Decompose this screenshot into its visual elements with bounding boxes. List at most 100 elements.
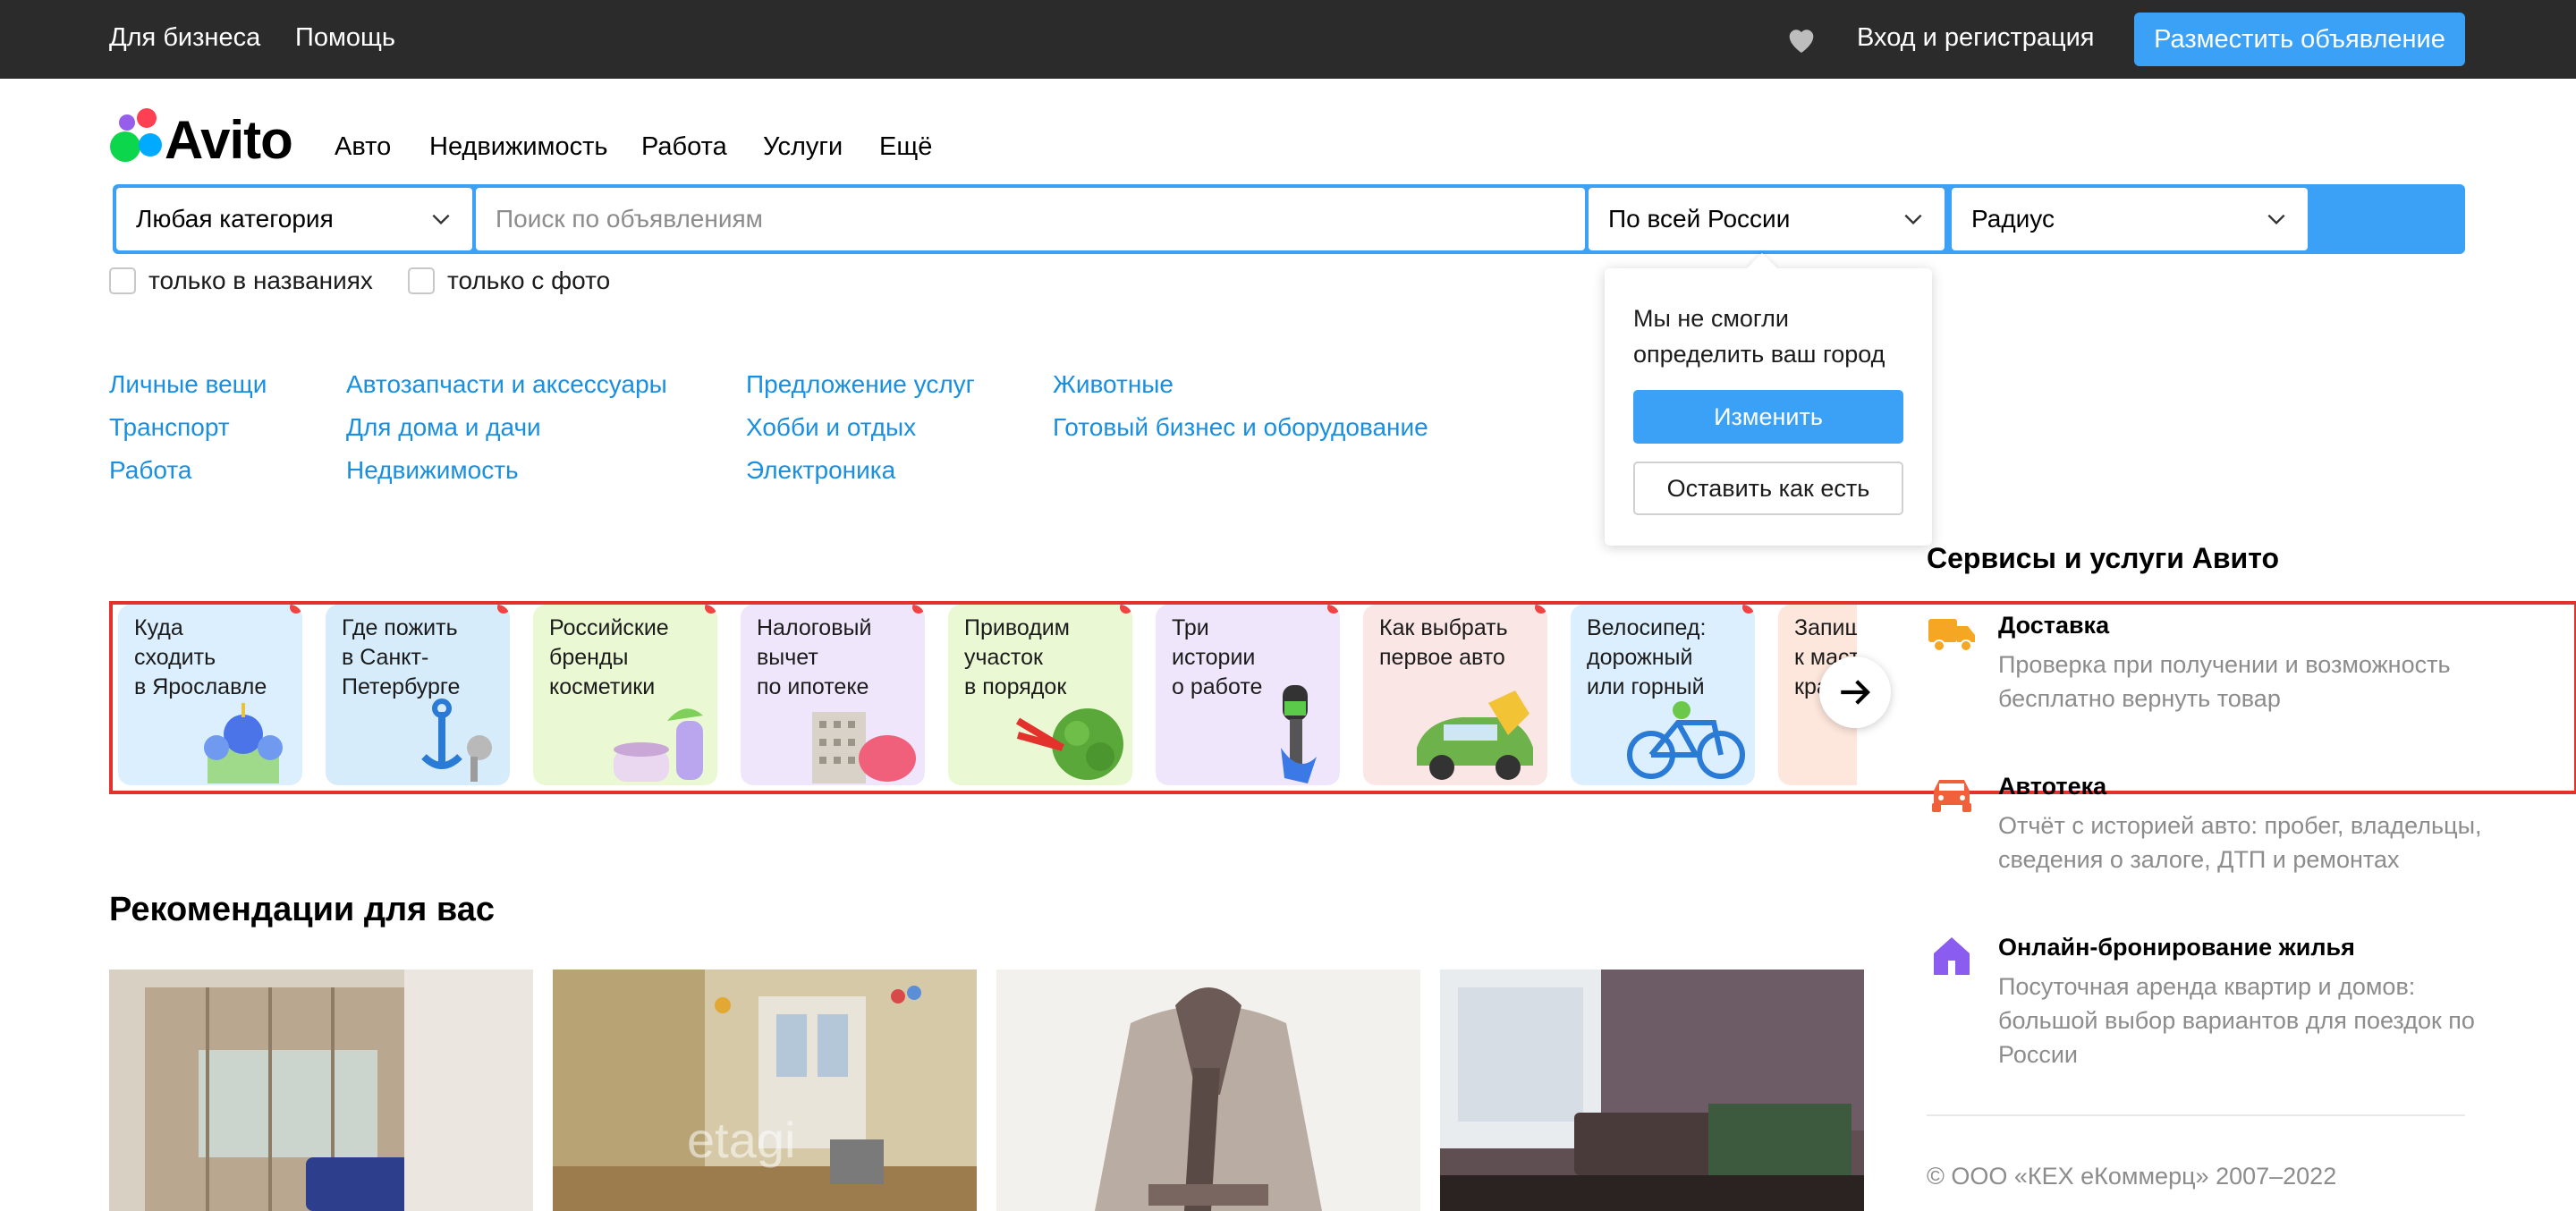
services-title: Сервисы и услуги Авито: [1927, 542, 2280, 574]
story-line: сходить: [134, 645, 216, 670]
unread-dot: [1535, 605, 1547, 614]
story-line: вычет: [757, 645, 818, 670]
nav-services[interactable]: Услуги: [763, 132, 843, 162]
unread-dot: [290, 605, 302, 614]
stories-next-button[interactable]: [1819, 656, 1891, 728]
nav-realty[interactable]: Недвижимость: [429, 132, 608, 162]
nav-auto[interactable]: Авто: [335, 132, 391, 162]
category-link[interactable]: Работа: [109, 456, 191, 485]
story-card[interactable]: Куда сходить в Ярославле: [118, 605, 302, 785]
popup-message: Мы не смогли определить ваш город: [1633, 305, 1885, 368]
service-name: Доставка: [1998, 612, 2110, 639]
unread-dot: [705, 605, 717, 614]
story-line: о работе: [1172, 674, 1263, 699]
only-titles-label: только в названиях: [148, 267, 373, 294]
unread-dot: [912, 605, 925, 614]
story-card[interactable]: Где пожить в Санкт- Петербурге: [326, 605, 510, 785]
chevron-down-icon: [2267, 214, 2285, 225]
story-card[interactable]: Велосипед: дорожный или горный: [1571, 605, 1755, 785]
category-link[interactable]: Животные: [1053, 370, 1174, 399]
checkbox-box[interactable]: [408, 267, 435, 294]
story-card[interactable]: Три истории о работе: [1156, 605, 1340, 785]
business-link[interactable]: Для бизнеса: [109, 23, 260, 53]
region-select[interactable]: По всей России: [1589, 188, 1945, 250]
help-link[interactable]: Помощь: [295, 23, 395, 53]
checkbox-box[interactable]: [109, 267, 136, 294]
recommendation-card[interactable]: [1440, 970, 1864, 1211]
keep-city-button[interactable]: Оставить как есть: [1633, 462, 1903, 515]
category-link[interactable]: Недвижимость: [346, 456, 519, 485]
service-description: Отчёт с историей авто: пробег, владельцы…: [1998, 812, 2482, 873]
service-description: Проверка при получении и возможность бес…: [1998, 651, 2451, 712]
unread-dot: [1327, 605, 1340, 614]
story-line: Налоговый: [757, 615, 872, 640]
nav-jobs[interactable]: Работа: [641, 132, 727, 162]
category-link[interactable]: Электроника: [746, 456, 895, 485]
category-select[interactable]: Любая категория: [116, 188, 472, 250]
car-icon: [1417, 690, 1533, 780]
story-card[interactable]: Приводим участок в порядок: [948, 605, 1132, 785]
search-input-placeholder: Поиск по объявлениям: [496, 205, 763, 233]
story-line: в Санкт-: [342, 645, 429, 670]
change-city-button[interactable]: Изменить: [1633, 390, 1903, 444]
recommendation-card[interactable]: etagi: [553, 970, 977, 1211]
only-photo-label: только с фото: [447, 267, 611, 294]
recommendations-title: Рекомендации для вас: [109, 891, 495, 928]
listing-photo-room: etagi: [553, 970, 977, 1211]
story-line: дорожный: [1587, 645, 1693, 670]
story-line: первое авто: [1379, 645, 1505, 670]
radius-select[interactable]: Радиус: [1952, 188, 2308, 250]
recommendation-card[interactable]: [109, 970, 533, 1211]
unread-dot: [1120, 605, 1132, 614]
listing-photo-living-room: [1440, 970, 1864, 1211]
avito-logo-dots-icon: [110, 108, 162, 162]
category-link[interactable]: Готовый бизнес и оборудование: [1053, 413, 1428, 442]
chevron-down-icon: [432, 214, 450, 225]
delivery-truck-icon: [1928, 619, 1975, 652]
story-line: Приводим: [964, 615, 1070, 640]
story-line: Запиш: [1794, 615, 1857, 640]
microphone-icon: [1281, 685, 1317, 783]
only-photo-checkbox[interactable]: только с фото: [408, 267, 610, 295]
search-bar: Любая категория Поиск по объявлениям По …: [113, 184, 2538, 254]
story-card[interactable]: Как выбрать первое авто: [1363, 605, 1547, 785]
bicycle-icon: [1627, 701, 1745, 779]
anchor-keys-icon: [421, 699, 492, 782]
recommendation-card[interactable]: [996, 970, 1420, 1211]
service-name: Автотека: [1998, 773, 2107, 800]
login-link[interactable]: Вход и регистрация: [1857, 23, 2095, 53]
search-input[interactable]: Поиск по объявлениям: [476, 188, 1585, 250]
post-ad-button[interactable]: Разместить объявление: [2134, 13, 2465, 66]
story-card[interactable]: Налоговый вычет по ипотеке: [741, 605, 925, 785]
story-card[interactable]: Российские бренды косметики: [533, 605, 717, 785]
category-link[interactable]: Хобби и отдых: [746, 413, 916, 442]
category-link[interactable]: Автозапчасти и аксессуары: [346, 370, 667, 399]
favorites-heart-icon[interactable]: [1784, 21, 1819, 57]
story-line: участок: [964, 645, 1043, 670]
footer-divider: [1927, 1114, 2465, 1116]
house-icon: [1934, 937, 1970, 975]
category-select-value: Любая категория: [136, 205, 334, 233]
story-line: Три: [1172, 615, 1209, 640]
story-line: бренды: [549, 645, 629, 670]
category-link[interactable]: Предложение услуг: [746, 370, 975, 399]
find-button[interactable]: Найти: [2426, 188, 2576, 250]
car-front-icon: [1932, 780, 1971, 812]
nav-more[interactable]: Ещё: [879, 132, 932, 162]
only-titles-checkbox[interactable]: только в названиях: [109, 267, 373, 295]
church-icon: [204, 703, 283, 783]
chevron-down-icon: [1904, 214, 1922, 225]
city-detect-popup: Мы не смогли определить ваш город Измени…: [1605, 268, 1932, 546]
radius-select-value: Радиус: [1971, 205, 2055, 233]
listing-photo-jacket: [996, 970, 1420, 1211]
category-link[interactable]: Транспорт: [109, 413, 230, 442]
listing-photo-bedroom: [109, 970, 533, 1211]
category-link[interactable]: Личные вещи: [109, 370, 267, 399]
service-name: Онлайн-бронирование жилья: [1998, 934, 2355, 961]
category-link[interactable]: Для дома и дачи: [346, 413, 541, 442]
avito-logo[interactable]: Avito: [109, 107, 306, 170]
story-line: Где пожить: [342, 615, 458, 640]
cosmetics-icon: [614, 708, 703, 782]
arrow-right-icon: [1841, 680, 1870, 705]
copyright: © ООО «КЕХ еКоммерц» 2007–2022: [1927, 1163, 2337, 1190]
